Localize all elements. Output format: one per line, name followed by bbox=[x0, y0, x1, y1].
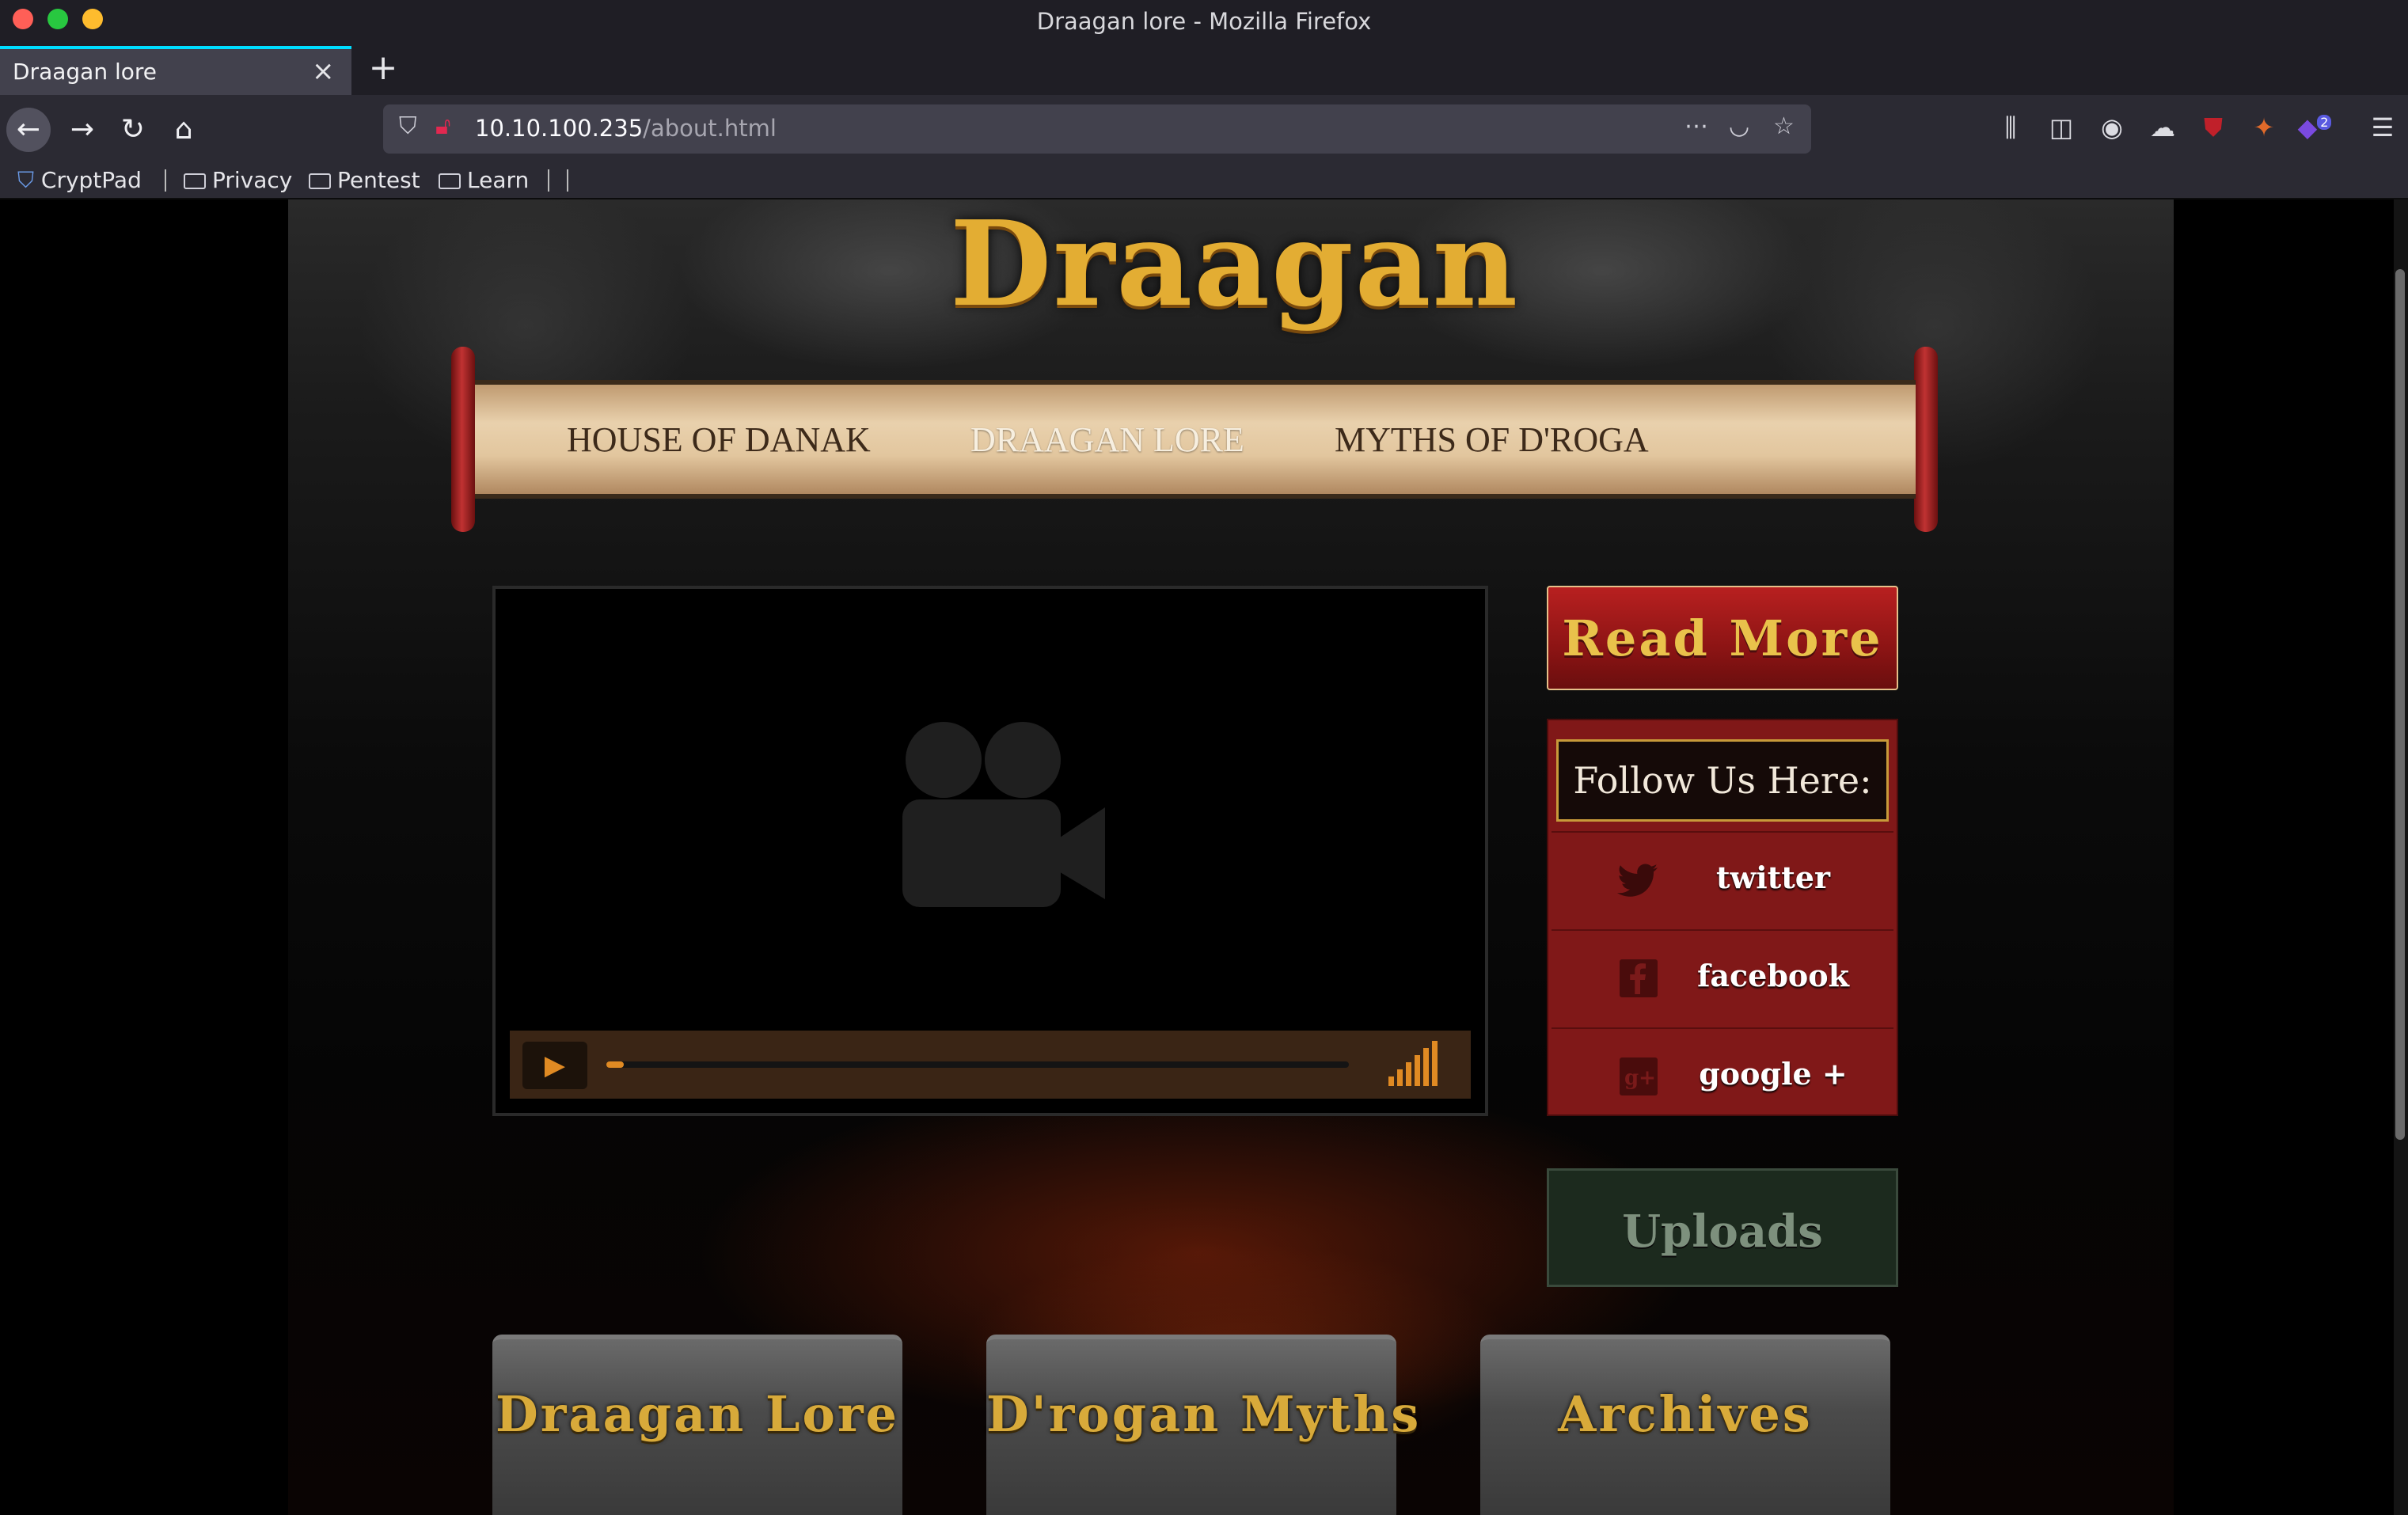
ublock-icon[interactable]: ⛊ bbox=[2196, 112, 2231, 143]
reload-button[interactable]: ↻ bbox=[111, 108, 155, 152]
shield-icon[interactable]: ⛉ bbox=[399, 112, 417, 140]
folder-icon bbox=[309, 173, 331, 189]
follow-us-title-box: Follow Us Here: bbox=[1556, 739, 1889, 822]
pocket-icon[interactable]: ◡ bbox=[1729, 112, 1749, 140]
twitter-bird-icon bbox=[1617, 864, 1658, 897]
scroll-roller-left bbox=[451, 347, 475, 532]
close-tab-icon[interactable]: × bbox=[312, 55, 335, 87]
scroll-roller-right bbox=[1914, 347, 1938, 532]
foxyproxy-icon[interactable]: ✦ bbox=[2247, 112, 2281, 142]
volume-bar bbox=[1397, 1069, 1403, 1086]
back-button[interactable]: ← bbox=[6, 108, 51, 152]
social-label-facebook: facebook bbox=[1697, 958, 1849, 993]
new-tab-button[interactable]: + bbox=[364, 47, 402, 88]
uploads-label: Uploads bbox=[1622, 1206, 1823, 1258]
tile-label: Archives bbox=[1558, 1385, 1813, 1443]
extension-cloud-icon[interactable]: ☁ bbox=[2145, 112, 2180, 142]
social-link-facebook[interactable]: facebook bbox=[1552, 929, 1893, 1027]
tile-draagan-lore[interactable]: Draagan Lore bbox=[492, 1335, 902, 1515]
volume-bar bbox=[1388, 1076, 1394, 1086]
extension-badge-icon[interactable]: ◆ 2 bbox=[2297, 112, 2332, 142]
account-icon[interactable]: ◉ bbox=[2095, 112, 2129, 142]
folder-icon bbox=[184, 173, 206, 189]
menu-myths-of-droga[interactable]: MYTHS OF D'ROGA bbox=[1335, 420, 1649, 460]
tab-draagan-lore[interactable]: Draagan lore × bbox=[0, 46, 351, 95]
social-label-twitter: twitter bbox=[1715, 860, 1830, 895]
scrollbar-thumb[interactable] bbox=[2395, 269, 2405, 1140]
url-bar[interactable]: ⛉ 🔓︎ 10.10.100.235/about.html ⋯ ◡ ☆ bbox=[383, 104, 1811, 154]
bookmark-separator bbox=[548, 169, 549, 192]
library-icon[interactable]: ⫼ bbox=[1993, 112, 2028, 143]
menu-icon[interactable]: ☰ bbox=[2365, 112, 2400, 142]
home-button[interactable]: ⌂ bbox=[161, 108, 206, 152]
bookmark-separator bbox=[165, 169, 166, 192]
insecure-lock-icon[interactable]: 🔓︎ bbox=[435, 112, 450, 140]
volume-bar bbox=[1406, 1062, 1411, 1086]
social-link-twitter[interactable]: twitter bbox=[1552, 831, 1893, 929]
bookmark-folder-privacy[interactable]: Privacy bbox=[184, 163, 292, 198]
video-progress-fill bbox=[606, 1061, 624, 1068]
follow-us-title: Follow Us Here: bbox=[1573, 759, 1872, 802]
cryptpad-shield-icon: ⛉ bbox=[17, 167, 35, 193]
video-camera-icon bbox=[902, 722, 1105, 907]
uploads-button[interactable]: Uploads bbox=[1547, 1168, 1898, 1287]
volume-icon[interactable] bbox=[1385, 1040, 1441, 1088]
bookmark-folder-learn[interactable]: Learn bbox=[439, 163, 529, 198]
play-button[interactable]: ▶ bbox=[522, 1042, 587, 1089]
video-progress-bar[interactable] bbox=[606, 1061, 1349, 1068]
window-title: Draagan lore - Mozilla Firefox bbox=[1036, 8, 1372, 35]
tab-strip bbox=[0, 46, 2408, 95]
tile-label: Draagan Lore bbox=[495, 1385, 900, 1443]
folder-icon bbox=[439, 173, 461, 189]
tile-drogan-myths[interactable]: D'rogan Myths bbox=[986, 1335, 1422, 1515]
url-text[interactable]: 10.10.100.235/about.html bbox=[475, 115, 777, 142]
tile-label: D'rogan Myths bbox=[986, 1385, 1422, 1443]
social-label-google-plus: google + bbox=[1699, 1056, 1848, 1092]
bookmark-folder-pentest[interactable]: Pentest bbox=[309, 163, 420, 198]
social-link-google-plus[interactable]: g+ google + bbox=[1552, 1027, 1893, 1126]
bookmark-cryptpad[interactable]: ⛉ CryptPad bbox=[17, 163, 142, 198]
bookmark-separator bbox=[567, 169, 568, 192]
volume-bar bbox=[1415, 1055, 1420, 1086]
google-plus-icon: g+ bbox=[1620, 1057, 1658, 1095]
sidebar-icon[interactable]: ◫ bbox=[2044, 112, 2079, 142]
bookmark-star-icon[interactable]: ☆ bbox=[1773, 112, 1795, 140]
tile-archives[interactable]: Archives bbox=[1480, 1335, 1890, 1515]
forward-button[interactable]: → bbox=[60, 108, 104, 152]
read-more-button[interactable]: Read More bbox=[1547, 586, 1898, 690]
menu-draagan-lore[interactable]: DRAAGAN LORE bbox=[970, 420, 1244, 460]
volume-bar bbox=[1423, 1048, 1429, 1086]
site-logo[interactable]: Draagan bbox=[950, 196, 1517, 331]
read-more-label: Read More bbox=[1562, 609, 1883, 667]
menu-house-of-danak[interactable]: HOUSE OF DANAK bbox=[567, 420, 871, 460]
title-bar: Draagan lore - Mozilla Firefox bbox=[0, 0, 2408, 46]
extension-badge: 2 bbox=[2317, 115, 2332, 131]
page-actions-icon[interactable]: ⋯ bbox=[1684, 112, 1708, 140]
svg-text:g+: g+ bbox=[1624, 1066, 1656, 1090]
facebook-icon bbox=[1620, 959, 1658, 997]
tab-title: Draagan lore bbox=[13, 59, 157, 85]
volume-bar bbox=[1432, 1041, 1438, 1086]
